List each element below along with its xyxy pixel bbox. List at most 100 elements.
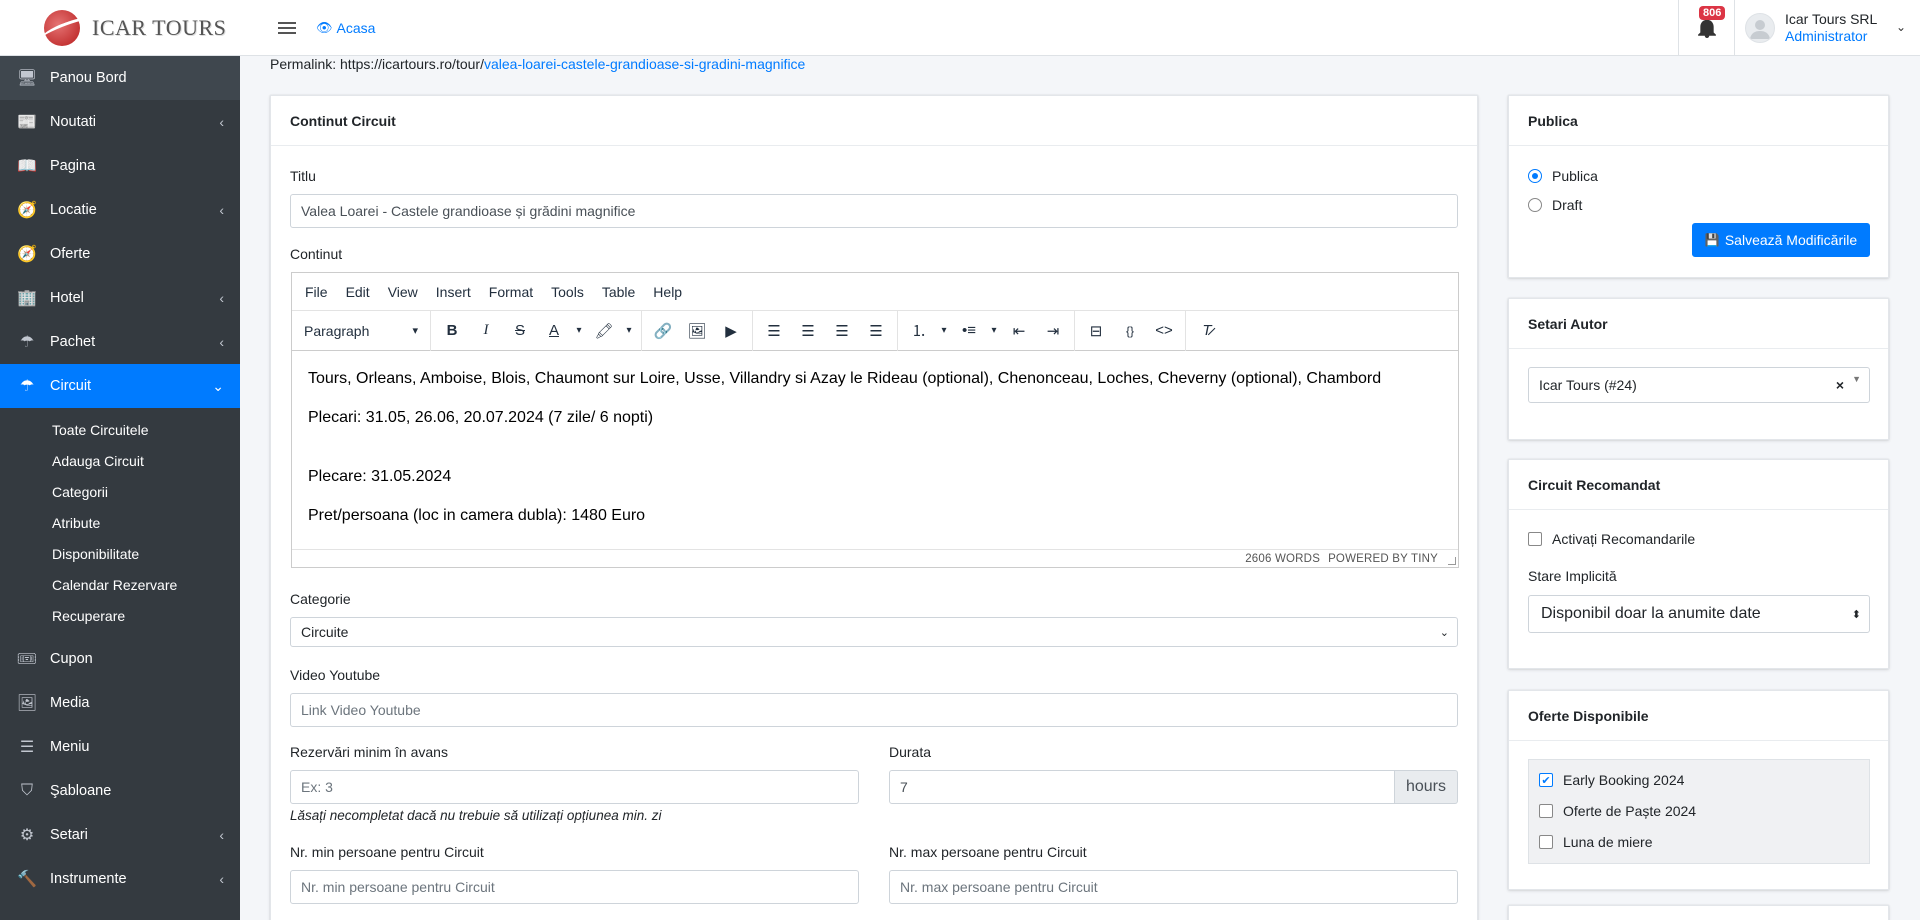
clear-selection-icon[interactable]: × [1836,377,1844,393]
text-color-icon[interactable]: A [537,314,571,348]
link-icon[interactable]: 🔗 [646,314,680,348]
sidebar-item-label: Oferte [50,246,91,262]
subnav-item-recuperare[interactable]: Recuperare [0,600,240,631]
activate-recommendations-option[interactable]: Activați Recomandarile [1528,531,1695,547]
outdent-icon[interactable]: ⇤ [1002,314,1036,348]
code-sample-icon[interactable]: {} [1113,314,1147,348]
save-changes-button[interactable]: 💾 Salvează Modificările [1692,223,1870,257]
sidebar-item-setari[interactable]: ⚙ Setari ‹ [0,813,240,857]
notifications-button[interactable]: 806 [1678,0,1734,56]
editor-toolbar: Paragraph ▾ B I S A ▾ 🖍 ▾ 🔗 🖼 ▶ ☰ ☰ ☰ ☰ … [292,310,1458,351]
editor-content[interactable]: Tours, Orleans, Amboise, Blois, Chaumont… [292,352,1458,551]
permalink-slug-link[interactable]: valea-loarei-castele-grandioase-si-gradi… [484,56,805,72]
max-persons-input[interactable] [889,870,1458,904]
caret-down-icon: ▼ [1852,374,1861,384]
sidebar-item-noutati[interactable]: 📰 Noutati ‹ [0,100,240,144]
sidebar-item-instrumente[interactable]: 🔨 Instrumente ‹ [0,857,240,901]
block-format-select[interactable]: Paragraph ▾ [296,314,426,348]
subnav-item-categorii[interactable]: Categorii [0,476,240,507]
sidebar-item-media[interactable]: 🖼 Media [0,681,240,725]
bold-icon[interactable]: B [435,314,469,348]
category-select[interactable]: Circuite ⌄ [290,617,1458,647]
sidebar-item-meniu[interactable]: ☰ Meniu [0,725,240,769]
chevron-down-icon[interactable]: ▾ [936,314,952,348]
title-input[interactable] [290,194,1458,228]
image-icon[interactable]: 🖼 [680,314,714,348]
offers-card-title: Oferte Disponibile [1509,691,1888,741]
bullet-list-icon[interactable]: •≡ [952,314,986,348]
duration-input[interactable] [889,770,1395,804]
status-draft-option[interactable]: Draft [1528,197,1582,213]
chevron-down-icon[interactable]: ▾ [986,314,1002,348]
radio-unchecked[interactable] [1528,198,1542,212]
italic-icon[interactable]: I [469,314,503,348]
resize-handle-icon[interactable] [1448,557,1456,565]
word-count: 2606 WORDS [1245,552,1321,565]
editor-paragraph: Plecari: 31.05, 26.06, 20.07.2024 (7 zil… [308,409,654,426]
subnav-item-toate-circuitele[interactable]: Toate Circuitele [0,414,240,445]
offer-option[interactable]: Luna de miere [1539,834,1653,850]
checkbox[interactable] [1539,835,1553,849]
min-booking-input[interactable] [290,770,859,804]
media-icon[interactable]: ▶ [714,314,748,348]
editor-paragraph: Pret/persoana (loc in camera dubla): 148… [308,507,646,524]
eye-icon: 👁 [316,19,333,35]
chevron-down-icon: ▾ [412,325,418,337]
home-link[interactable]: 👁 Acasa [316,20,375,36]
checkbox[interactable] [1528,532,1542,546]
editor-paragraph: Tours, Orleans, Amboise, Blois, Chaumont… [308,370,1382,387]
sidebar-item-pachet[interactable]: ☂ Pachet ‹ [0,320,240,364]
chevron-down-icon[interactable]: ▾ [621,314,637,348]
hamburger-menu-icon[interactable] [278,21,296,34]
user-menu[interactable]: Icar Tours SRL Administrator ⌄ [1734,0,1920,56]
subnav-item-atribute[interactable]: Atribute [0,507,240,538]
sidebar-item-cupon[interactable]: 🎟 Cupon [0,637,240,681]
radio-checked[interactable] [1528,169,1542,183]
editor-menu-edit[interactable]: Edit [337,284,379,300]
editor-menu-file[interactable]: File [296,284,337,300]
editor-menu-format[interactable]: Format [480,284,542,300]
indent-icon[interactable]: ⇥ [1036,314,1070,348]
powered-by-link[interactable]: POWERED BY TINY [1328,553,1438,565]
editor-menu-tools[interactable]: Tools [542,284,593,300]
align-justify-icon[interactable]: ☰ [859,314,893,348]
checkbox-checked[interactable]: ✔ [1539,773,1553,787]
sidebar-item-circuit[interactable]: ☂ Circuit ⌄ [0,364,240,408]
avatar [1745,13,1775,43]
page-break-icon[interactable]: ⊟ [1079,314,1113,348]
offer-option[interactable]: Oferte de Paște 2024 [1539,803,1696,819]
min-persons-input[interactable] [290,870,859,904]
align-left-icon[interactable]: ☰ [757,314,791,348]
sidebar-item-sabloane[interactable]: ⛉ Şabloane [0,769,240,813]
strikethrough-icon[interactable]: S [503,314,537,348]
align-center-icon[interactable]: ☰ [791,314,825,348]
sidebar-item-oferte[interactable]: 🧭 Oferte [0,232,240,276]
publish-card-title: Publica [1509,96,1888,146]
align-right-icon[interactable]: ☰ [825,314,859,348]
sidebar-item-locatie[interactable]: 🧭 Locatie ‹ [0,188,240,232]
subnav-item-calendar-rezervare[interactable]: Calendar Rezervare [0,569,240,600]
editor-menu-insert[interactable]: Insert [427,284,480,300]
source-code-icon[interactable]: <> [1147,314,1181,348]
brand[interactable]: ICAR TOURS [0,0,240,56]
sidebar-item-pagina[interactable]: 📖 Pagina [0,144,240,188]
subnav-item-adauga-circuit[interactable]: Adauga Circuit [0,445,240,476]
editor-menu-view[interactable]: View [379,284,427,300]
chevron-down-icon[interactable]: ▾ [571,314,587,348]
editor-menu-help[interactable]: Help [644,284,691,300]
clear-formatting-icon[interactable]: T̷ [1190,314,1224,348]
next-card [1508,905,1889,920]
save-changes-label: Salvează Modificările [1724,232,1858,248]
default-state-select[interactable]: Disponibil doar la anumite date ⬍ [1528,595,1870,633]
sidebar-item-hotel[interactable]: 🏢 Hotel ‹ [0,276,240,320]
offer-option[interactable]: ✔ Early Booking 2024 [1539,772,1684,788]
highlight-icon[interactable]: 🖍 [587,314,621,348]
youtube-input[interactable] [290,693,1458,727]
subnav-item-disponibilitate[interactable]: Disponibilitate [0,538,240,569]
editor-menu-table[interactable]: Table [593,284,644,300]
status-publish-option[interactable]: Publica [1528,168,1598,184]
checkbox[interactable] [1539,804,1553,818]
author-select[interactable]: Icar Tours (#24) × ▼ [1528,367,1870,403]
numbered-list-icon[interactable]: ⒈ [902,314,936,348]
sidebar-item-panou-bord[interactable]: 🖥 Panou Bord [0,56,240,100]
